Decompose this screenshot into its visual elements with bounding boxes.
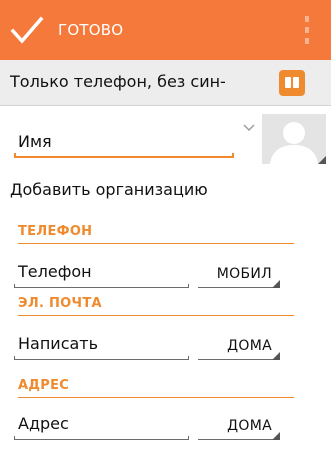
email-header-label: ЭЛ. ПОЧТА [18, 296, 102, 311]
contact-photo[interactable] [262, 114, 326, 164]
chevron-down-icon[interactable] [243, 123, 255, 133]
address-type-label: ДОМА [227, 418, 272, 434]
action-bar: ГОТОВО [0, 0, 331, 60]
name-field[interactable]: Имя [14, 122, 234, 158]
address-header-label: АДРЕС [18, 378, 70, 393]
done-label: ГОТОВО [58, 21, 124, 39]
overflow-menu-icon[interactable] [303, 16, 311, 44]
address-field[interactable]: Адрес [14, 410, 189, 440]
account-label: Только телефон, без син- [10, 72, 226, 91]
address-type-select[interactable]: ДОМА [198, 410, 280, 440]
phone-section-header: ТЕЛЕФОН [18, 222, 294, 244]
phone-header-label: ТЕЛЕФОН [18, 224, 93, 239]
address-underline [14, 436, 189, 440]
check-icon [10, 16, 44, 44]
account-selector[interactable]: Только телефон, без син- [0, 60, 331, 106]
name-placeholder: Имя [18, 132, 52, 151]
phone-type-select[interactable]: МОБИЛ [198, 258, 280, 288]
name-underline [14, 153, 234, 158]
photo-menu-indicator [318, 156, 326, 164]
contacts-book-icon [279, 70, 305, 96]
email-type-label: ДОМА [227, 338, 272, 354]
email-placeholder: Написать [18, 334, 99, 353]
email-type-select[interactable]: ДОМА [198, 330, 280, 360]
add-organization-link[interactable]: Добавить организацию [10, 180, 208, 199]
phone-placeholder: Телефон [18, 262, 92, 281]
dropdown-indicator-icon [272, 432, 280, 440]
phone-type-label: МОБИЛ [216, 266, 272, 282]
person-silhouette-icon [270, 122, 318, 164]
dropdown-indicator-icon [272, 352, 280, 360]
address-type-underline [198, 439, 280, 440]
phone-field[interactable]: Телефон [14, 258, 189, 288]
address-placeholder: Адрес [18, 414, 69, 433]
email-underline [14, 356, 189, 360]
email-type-underline [198, 359, 280, 360]
address-section-header: АДРЕС [18, 376, 294, 398]
phone-type-underline [198, 287, 280, 288]
email-field[interactable]: Написать [14, 330, 189, 360]
phone-underline [14, 284, 189, 288]
email-section-header: ЭЛ. ПОЧТА [18, 294, 294, 316]
done-button[interactable]: ГОТОВО [10, 12, 123, 48]
dropdown-indicator-icon [272, 280, 280, 288]
